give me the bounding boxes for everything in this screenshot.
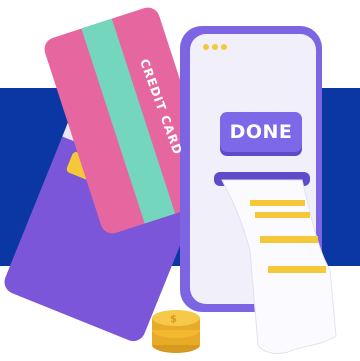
coin-stack-icon: $ <box>152 310 200 353</box>
payment-illustration: $ CREDIT CARD DONE <box>0 0 360 361</box>
receipt-line <box>268 266 326 273</box>
phone-dot-icon <box>221 44 227 50</box>
illustration-artwork: $ <box>0 7 360 355</box>
phone-dot-icon <box>203 44 209 50</box>
receipt-line <box>260 236 318 243</box>
svg-text:$: $ <box>170 314 177 325</box>
receipt-line <box>250 200 305 206</box>
phone-dot-icon <box>212 44 218 50</box>
done-button[interactable]: DONE <box>220 112 302 152</box>
receipt-line <box>255 212 310 218</box>
